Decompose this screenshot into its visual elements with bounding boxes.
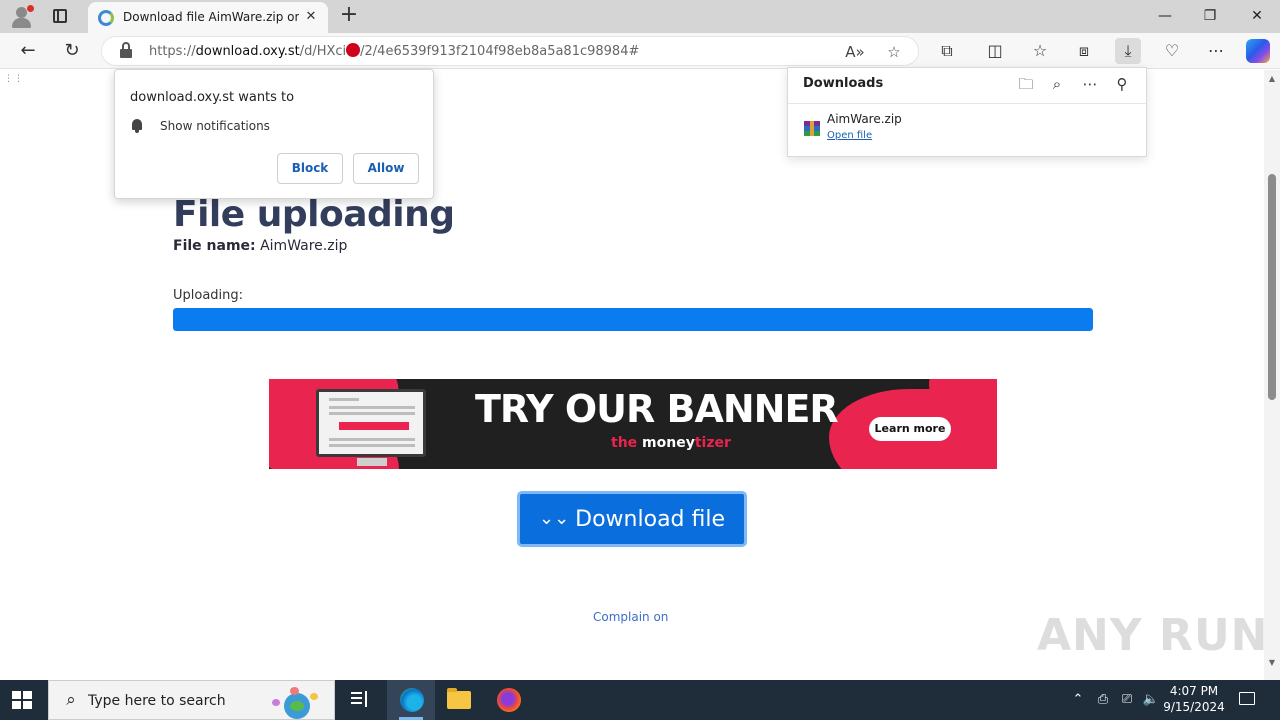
browser-tab[interactable]: Download file AimWare.zip on O ✕ xyxy=(88,2,328,33)
back-icon[interactable]: ← xyxy=(15,39,41,63)
url-text[interactable]: https://download.oxy.st/d/HXci/2/4e6539f… xyxy=(149,43,639,59)
more-menu-icon[interactable]: ⋯ xyxy=(1203,38,1229,64)
double-chevron-down-icon: ⌄⌄ xyxy=(538,508,570,529)
scroll-up-icon[interactable]: ▲ xyxy=(1267,74,1277,84)
search-icon[interactable]: ⌕ xyxy=(1046,73,1068,95)
downloads-icon[interactable]: ⤓ xyxy=(1115,38,1141,64)
uploading-label: Uploading: xyxy=(173,288,244,303)
copilot-icon[interactable] xyxy=(1246,39,1270,63)
restore-icon[interactable]: ❐ xyxy=(1190,4,1230,28)
show-hidden-icons-icon[interactable]: ⌃ xyxy=(1069,690,1087,710)
task-view-icon[interactable] xyxy=(336,680,384,720)
ad-banner[interactable]: TRY OUR BANNER the moneytizer Learn more xyxy=(269,379,997,469)
read-aloud-icon[interactable]: A» xyxy=(845,42,865,62)
ellipsis-icon: ⋮⋮ xyxy=(4,74,24,84)
bell-icon xyxy=(130,119,144,133)
browser-toolbar: ← ↻ https://download.oxy.st/d/HXci/2/4e6… xyxy=(0,33,1280,69)
scroll-down-icon[interactable]: ▼ xyxy=(1267,658,1277,668)
notification-permission-prompt: download.oxy.st wants to Show notificati… xyxy=(114,69,434,199)
anyrun-watermark: ANY RUN xyxy=(1037,610,1264,661)
edge-taskbar-icon[interactable] xyxy=(387,680,435,720)
block-button[interactable]: Block xyxy=(277,153,343,184)
search-placeholder: Type here to search xyxy=(88,693,226,709)
refresh-icon[interactable]: ↻ xyxy=(59,39,85,63)
network-icon[interactable]: ⎚ xyxy=(1117,690,1137,710)
complain-link[interactable]: Complain on xyxy=(593,610,668,624)
monitor-illustration xyxy=(316,389,426,457)
new-tab-icon[interactable]: + xyxy=(338,4,360,28)
clock-date: 9/15/2024 xyxy=(1163,700,1225,714)
tab-title: Download file AimWare.zip on O xyxy=(123,10,299,24)
edge-favicon-icon xyxy=(98,10,114,26)
favorites-icon[interactable]: ☆ xyxy=(1027,38,1053,64)
file-name-label: File name: xyxy=(173,238,256,254)
split-screen-icon[interactable]: ◫ xyxy=(982,38,1008,64)
file-explorer-icon[interactable] xyxy=(435,680,483,720)
taskbar-search[interactable]: ⌕ Type here to search xyxy=(48,680,335,720)
page-scrollbar[interactable]: ▲ ▼ xyxy=(1264,70,1280,680)
search-highlight-icon xyxy=(264,685,330,719)
tab-actions-icon[interactable] xyxy=(48,6,72,28)
taskbar: ⌕ Type here to search ⌃ ⎙ ⎚ 🔈 4:07 PM 9/… xyxy=(0,680,1280,720)
pin-icon[interactable]: ⚲ xyxy=(1111,73,1133,95)
open-folder-icon[interactable]: 🗀 xyxy=(1015,73,1037,95)
file-name-value: AimWare.zip xyxy=(260,238,348,254)
clock-time: 4:07 PM xyxy=(1169,684,1219,698)
profile-icon[interactable] xyxy=(10,5,34,29)
page-title: File uploading xyxy=(173,194,455,235)
allow-button[interactable]: Allow xyxy=(353,153,419,184)
banner-headline: TRY OUR BANNER xyxy=(475,387,839,431)
search-icon: ⌕ xyxy=(66,690,76,710)
tab-strip: Download file AimWare.zip on O ✕ + — ❐ ✕ xyxy=(0,0,1280,33)
window-close-icon[interactable]: ✕ xyxy=(1237,4,1277,28)
upload-progress-fill xyxy=(173,308,1093,331)
file-name-line: File name: AimWare.zip xyxy=(173,238,347,254)
downloads-flyout: Downloads 🗀 ⌕ ⋯ ⚲ AimWare.zip Open file xyxy=(787,67,1147,157)
notification-center-icon[interactable] xyxy=(1236,689,1258,711)
device-icon[interactable]: ⎙ xyxy=(1094,690,1112,710)
more-options-icon[interactable]: ⋯ xyxy=(1079,73,1101,95)
download-file-button[interactable]: ⌄⌄ Download file xyxy=(517,491,747,547)
minimize-icon[interactable]: — xyxy=(1145,4,1185,28)
downloads-title: Downloads xyxy=(803,76,884,91)
download-file-name[interactable]: AimWare.zip xyxy=(827,112,902,126)
banner-logo: the moneytizer xyxy=(611,435,731,451)
upload-progress-bar xyxy=(173,308,1093,331)
address-bar[interactable]: https://download.oxy.st/d/HXci/2/4e6539f… xyxy=(101,36,919,66)
prompt-permission: Show notifications xyxy=(160,119,270,133)
lock-icon[interactable] xyxy=(120,42,132,58)
learn-more-button[interactable]: Learn more xyxy=(869,417,951,441)
open-file-link[interactable]: Open file xyxy=(827,130,872,141)
redaction-dot xyxy=(346,43,361,57)
collections-icon[interactable]: ⧈ xyxy=(1071,38,1097,64)
zip-archive-icon xyxy=(804,121,820,136)
firefox-icon[interactable] xyxy=(484,680,532,720)
windows-start-icon[interactable] xyxy=(12,691,32,709)
tab-close-icon[interactable]: ✕ xyxy=(302,8,320,26)
taskbar-clock[interactable]: 4:07 PM 9/15/2024 xyxy=(1160,683,1228,715)
prompt-title: download.oxy.st wants to xyxy=(130,90,295,105)
extensions-icon[interactable]: ⧉ xyxy=(934,38,960,64)
scroll-thumb[interactable] xyxy=(1268,174,1276,400)
browser-essentials-icon[interactable]: ♡ xyxy=(1159,38,1185,64)
favorite-star-icon[interactable]: ☆ xyxy=(884,42,904,62)
volume-icon[interactable]: 🔈 xyxy=(1141,690,1161,710)
